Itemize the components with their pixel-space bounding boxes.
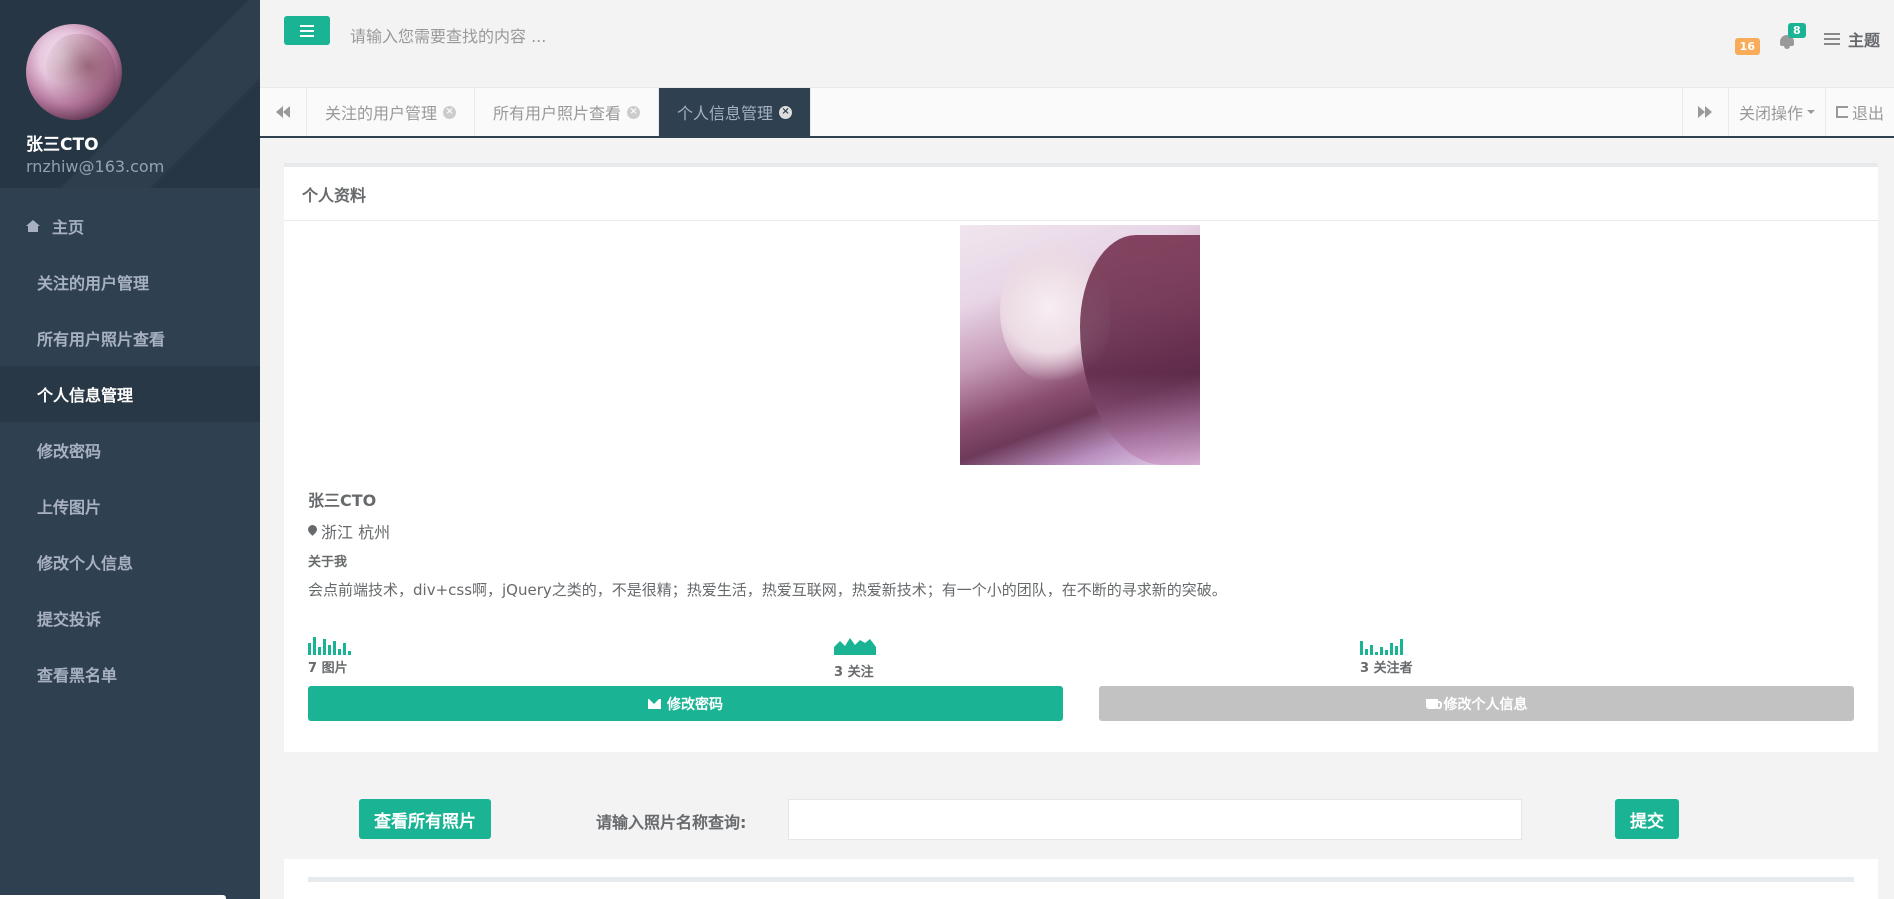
about-text: 会点前端技术，div+css啊，jQuery之类的，不是很精；热爱生活，热爱互联… <box>308 581 1227 599</box>
stat-followers: 3 关注者 <box>1360 633 1660 676</box>
sidebar-item-label: 上传图片 <box>37 498 102 517</box>
stat-label: 3 关注 <box>834 665 874 680</box>
sidebar-item-label: 关注的用户管理 <box>37 274 150 293</box>
logout-button[interactable]: 退出 <box>1826 88 1894 136</box>
sidebar-item-home[interactable]: 主页 <box>0 198 260 254</box>
divider <box>308 877 1854 882</box>
menu-toggle-button[interactable] <box>284 16 330 45</box>
avatar[interactable] <box>26 24 122 120</box>
tab-all-photos[interactable]: 所有用户照片查看 × <box>475 88 660 136</box>
profile-email: rnzhiw@163.com <box>26 157 165 176</box>
sidebar-item-label: 查看黑名单 <box>37 666 118 685</box>
close-operations-label: 关闭操作 <box>1738 104 1803 123</box>
coffee-icon <box>1425 698 1442 709</box>
tabs-right-controls: 关闭操作 退出 <box>1681 88 1894 136</box>
forward-icon <box>1698 106 1713 118</box>
sidebar-item-label: 提交投诉 <box>37 610 102 629</box>
sidebar-item-edit-info[interactable]: 修改个人信息 <box>0 534 260 590</box>
photo-name-input[interactable] <box>788 799 1522 840</box>
following-sparkline <box>834 638 876 655</box>
profile-photo <box>960 225 1200 465</box>
page-tabs: 关注的用户管理 × 所有用户照片查看 × 个人信息管理 × 关闭操作 退出 <box>260 88 1894 138</box>
envelope-icon <box>648 698 661 709</box>
stat-label: 7 图片 <box>308 661 348 676</box>
change-password-label: 修改密码 <box>667 696 723 713</box>
sign-out-icon <box>1835 106 1848 118</box>
sidebar-item-followed-users[interactable]: 关注的用户管理 <box>0 254 260 310</box>
profile-panel: 个人资料 张三CTO 浙江 杭州 关于我 会点前端技术，div+css啊，jQu… <box>284 163 1878 752</box>
map-marker-icon <box>308 525 317 537</box>
header-actions: 16 8 主题 <box>1734 22 1880 55</box>
search-input[interactable] <box>350 20 850 52</box>
notification-badge: 8 <box>1787 22 1806 38</box>
tabs-scroll-left-button[interactable] <box>260 88 307 136</box>
sidebar-scrollbar[interactable] <box>0 895 226 899</box>
sidebar-nav: 主页 关注的用户管理 所有用户照片查看 个人信息管理 修改密码 上传图片 修改个… <box>0 198 260 702</box>
about-label: 关于我 <box>308 555 348 570</box>
sidebar-item-complaint[interactable]: 提交投诉 <box>0 590 260 646</box>
stat-following: 3 关注 <box>834 633 1134 680</box>
edit-info-label: 修改个人信息 <box>1443 696 1528 713</box>
backward-icon <box>276 106 290 118</box>
user-location: 浙江 杭州 <box>308 519 390 543</box>
notification-bell[interactable]: 8 <box>1778 22 1806 49</box>
stat-label: 3 关注者 <box>1360 661 1413 676</box>
sidebar: 张三CTO rnzhiw@163.com 主页 关注的用户管理 所有用户照片查看… <box>0 0 260 899</box>
sidebar-item-upload-photo[interactable]: 上传图片 <box>0 478 260 534</box>
user-name: 张三CTO <box>308 491 377 510</box>
view-all-photos-button[interactable]: 查看所有照片 <box>359 799 491 839</box>
theme-label: 主题 <box>1847 30 1880 50</box>
tasks-icon <box>1823 32 1840 45</box>
close-icon[interactable]: × <box>627 105 641 119</box>
location-text: 浙江 杭州 <box>321 523 391 542</box>
sidebar-item-label: 所有用户照片查看 <box>37 330 166 349</box>
tab-label: 个人信息管理 <box>677 104 774 123</box>
caret-down-icon <box>1806 110 1815 114</box>
tab-label: 所有用户照片查看 <box>493 104 622 123</box>
logout-label: 退出 <box>1851 104 1884 123</box>
photo-query-label: 请输入照片名称查询: <box>596 813 747 832</box>
sidebar-item-all-photos[interactable]: 所有用户照片查看 <box>0 310 260 366</box>
stat-photos: 7 图片 <box>308 633 608 676</box>
photo-results-panel <box>284 859 1878 899</box>
bell-icon-clapper <box>1783 45 1790 49</box>
sidebar-item-label: 主页 <box>52 218 85 237</box>
menu-icon-line <box>300 29 314 32</box>
close-icon[interactable]: × <box>443 105 457 119</box>
sidebar-item-change-password[interactable]: 修改密码 <box>0 422 260 478</box>
followers-sparkline <box>1360 633 1660 655</box>
sidebar-item-label: 修改个人信息 <box>37 554 134 573</box>
message-badge[interactable]: 16 <box>1734 38 1760 55</box>
sidebar-item-label: 修改密码 <box>37 442 102 461</box>
profile-header: 张三CTO rnzhiw@163.com <box>0 0 260 188</box>
menu-icon-line <box>300 34 314 37</box>
sidebar-item-blacklist[interactable]: 查看黑名单 <box>0 646 260 702</box>
menu-icon <box>300 24 314 27</box>
submit-button[interactable]: 提交 <box>1615 799 1679 839</box>
tabs-scroll-right-button[interactable] <box>1681 88 1729 136</box>
sidebar-item-label: 个人信息管理 <box>37 386 134 405</box>
close-operations-dropdown[interactable]: 关闭操作 <box>1729 88 1826 136</box>
photos-sparkline <box>308 633 608 655</box>
edit-info-button[interactable]: 修改个人信息 <box>1099 686 1854 721</box>
profile-name[interactable]: 张三CTO <box>26 130 260 155</box>
home-icon <box>26 220 40 232</box>
top-header: 16 8 主题 <box>260 0 1894 88</box>
tab-followed-users[interactable]: 关注的用户管理 × <box>307 88 476 136</box>
panel-title: 个人资料 <box>284 167 1878 221</box>
tab-personal-info[interactable]: 个人信息管理 × <box>659 88 812 136</box>
sidebar-item-personal-info[interactable]: 个人信息管理 <box>0 366 260 422</box>
theme-button[interactable]: 主题 <box>1823 27 1880 51</box>
change-password-button[interactable]: 修改密码 <box>308 686 1063 721</box>
tab-label: 关注的用户管理 <box>325 104 438 123</box>
close-icon[interactable]: × <box>779 105 793 119</box>
